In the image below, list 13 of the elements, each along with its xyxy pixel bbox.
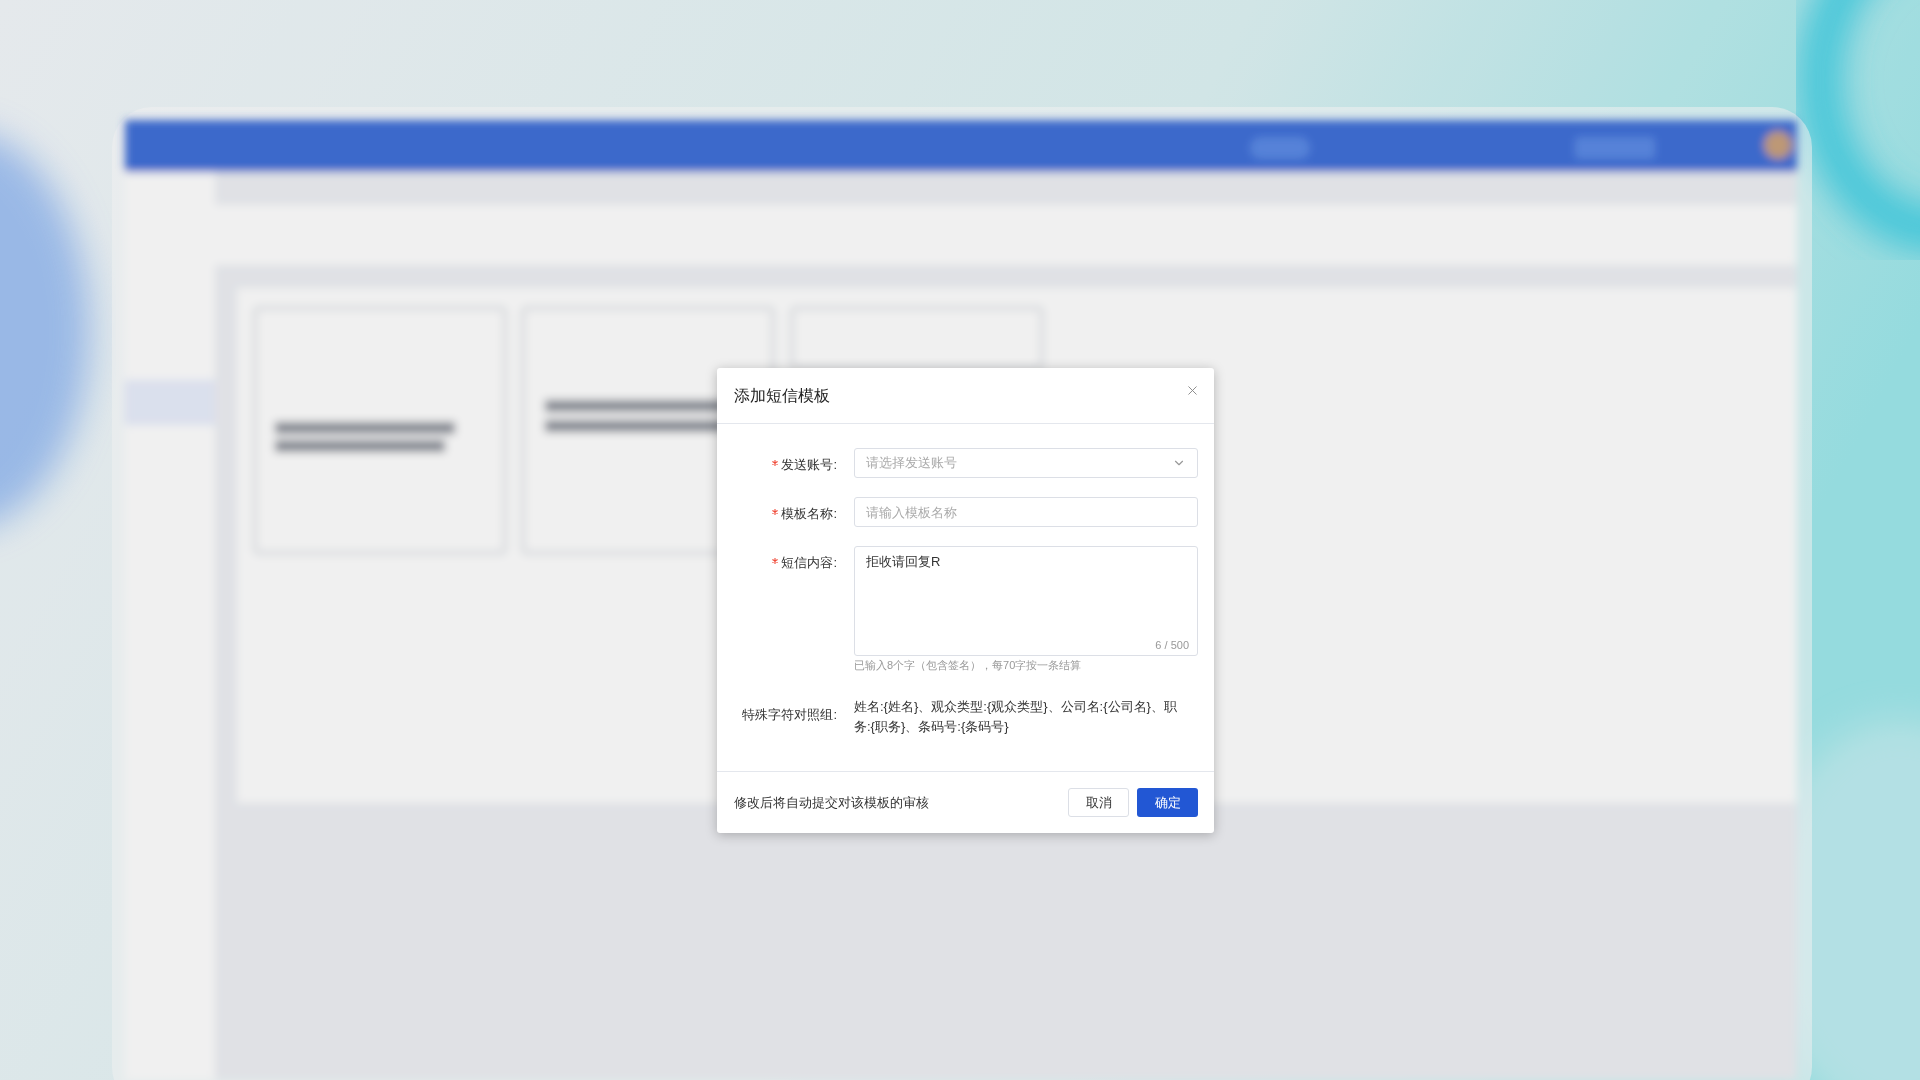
field-label: 短信内容:	[781, 554, 837, 572]
char-counter: 6 / 500	[1155, 637, 1189, 653]
special-chars-label: 特殊字符对照组:	[742, 705, 837, 724]
field-label: 发送账号:	[781, 456, 837, 474]
cancel-button[interactable]: 取消	[1068, 788, 1129, 817]
dialog-title: 添加短信模板	[734, 385, 830, 406]
footer-note: 修改后将自动提交对该模板的审核	[734, 793, 929, 812]
close-icon[interactable]	[1185, 383, 1200, 398]
field-label: 模板名称:	[781, 505, 837, 523]
special-chars-text: 姓名:{姓名}、观众类型:{观众类型}、公司名:{公司名}、职务:{职务}、条码号:{条码号}	[854, 697, 1178, 736]
hint-text: 已输入8个字（包含签名），每70字按一条结算	[854, 658, 1083, 673]
confirm-button[interactable]: 确定	[1137, 788, 1198, 817]
name-input[interactable]: 请输入模板名称	[854, 497, 1198, 527]
